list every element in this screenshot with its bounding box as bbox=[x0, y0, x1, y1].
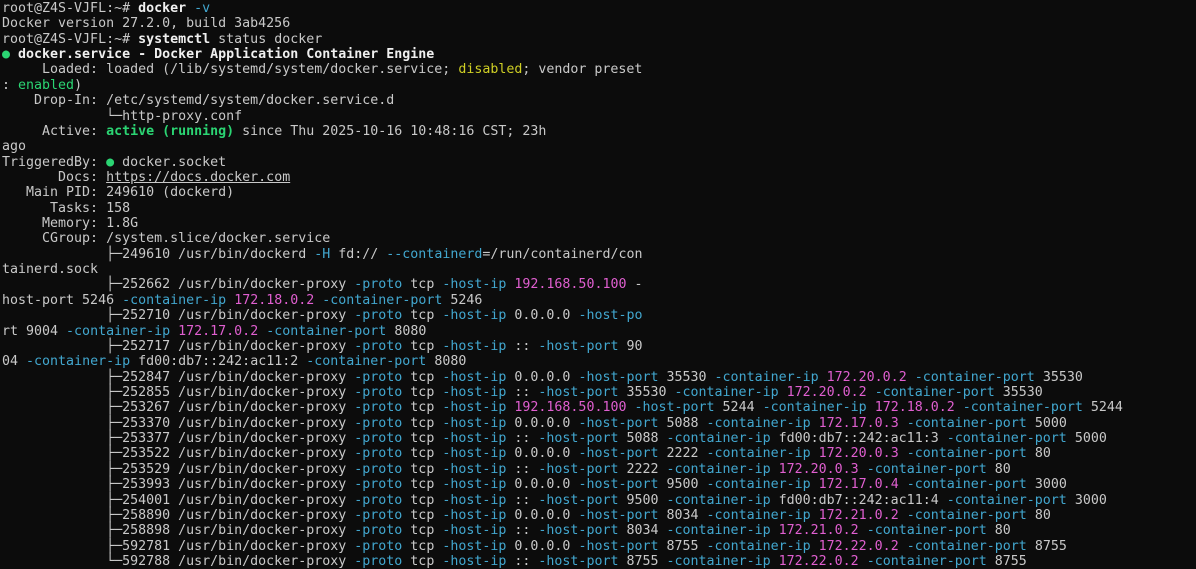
terminal-line: CGroup: /system.slice/docker.service bbox=[2, 231, 1196, 246]
terminal-output[interactable]: root@Z4S-VJFL:~# docker -vDocker version… bbox=[0, 0, 1196, 569]
terminal-line: Docker version 27.2.0, build 3ab4256 bbox=[2, 16, 1196, 31]
status-dot-icon: ● bbox=[2, 47, 18, 62]
terminal-line: ago bbox=[2, 139, 1196, 154]
terminal-line: Tasks: 158 bbox=[2, 201, 1196, 216]
terminal-line: ├─252662 /usr/bin/docker-proxy -proto tc… bbox=[2, 277, 1196, 292]
terminal-line: ├─253370 /usr/bin/docker-proxy -proto tc… bbox=[2, 416, 1196, 431]
terminal-line: Active: active (running) since Thu 2025-… bbox=[2, 124, 1196, 139]
terminal-line: ├─253522 /usr/bin/docker-proxy -proto tc… bbox=[2, 446, 1196, 461]
terminal-line: ├─258898 /usr/bin/docker-proxy -proto tc… bbox=[2, 523, 1196, 538]
terminal-line: ├─592781 /usr/bin/docker-proxy -proto tc… bbox=[2, 539, 1196, 554]
terminal-line: └─592788 /usr/bin/docker-proxy -proto tc… bbox=[2, 554, 1196, 569]
terminal-line: ├─253529 /usr/bin/docker-proxy -proto tc… bbox=[2, 462, 1196, 477]
terminal-line: ├─253267 /usr/bin/docker-proxy -proto tc… bbox=[2, 400, 1196, 415]
terminal-line: Docs: https://docs.docker.com bbox=[2, 170, 1196, 185]
terminal-line: ├─252710 /usr/bin/docker-proxy -proto tc… bbox=[2, 308, 1196, 323]
status-dot-icon: ● bbox=[106, 155, 122, 170]
terminal-line: ├─253377 /usr/bin/docker-proxy -proto tc… bbox=[2, 431, 1196, 446]
terminal-line: root@Z4S-VJFL:~# systemctl status docker bbox=[2, 32, 1196, 47]
terminal-line: host-port 5246 -container-ip 172.18.0.2 … bbox=[2, 293, 1196, 308]
terminal-line: Loaded: loaded (/lib/systemd/system/dock… bbox=[2, 62, 1196, 77]
terminal-line: ├─252855 /usr/bin/docker-proxy -proto tc… bbox=[2, 385, 1196, 400]
terminal-line: Memory: 1.8G bbox=[2, 216, 1196, 231]
terminal-line: Drop-In: /etc/systemd/system/docker.serv… bbox=[2, 93, 1196, 108]
terminal-line: ├─252717 /usr/bin/docker-proxy -proto tc… bbox=[2, 339, 1196, 354]
terminal-line: TriggeredBy: ● docker.socket bbox=[2, 155, 1196, 170]
terminal-line: ● docker.service - Docker Application Co… bbox=[2, 47, 1196, 62]
terminal-line: rt 9004 -container-ip 172.17.0.2 -contai… bbox=[2, 324, 1196, 339]
terminal-line: ├─258890 /usr/bin/docker-proxy -proto tc… bbox=[2, 508, 1196, 523]
terminal-line: Main PID: 249610 (dockerd) bbox=[2, 185, 1196, 200]
terminal-line: ├─254001 /usr/bin/docker-proxy -proto tc… bbox=[2, 493, 1196, 508]
terminal-line: ├─253993 /usr/bin/docker-proxy -proto tc… bbox=[2, 477, 1196, 492]
terminal-line: : enabled) bbox=[2, 78, 1196, 93]
terminal-line: ├─249610 /usr/bin/dockerd -H fd:// --con… bbox=[2, 247, 1196, 262]
terminal-line: ├─252847 /usr/bin/docker-proxy -proto tc… bbox=[2, 370, 1196, 385]
terminal-line: └─http-proxy.conf bbox=[2, 109, 1196, 124]
terminal-line: root@Z4S-VJFL:~# docker -v bbox=[2, 1, 1196, 16]
terminal-line: tainerd.sock bbox=[2, 262, 1196, 277]
terminal-line: 04 -container-ip fd00:db7::242:ac11:2 -c… bbox=[2, 354, 1196, 369]
